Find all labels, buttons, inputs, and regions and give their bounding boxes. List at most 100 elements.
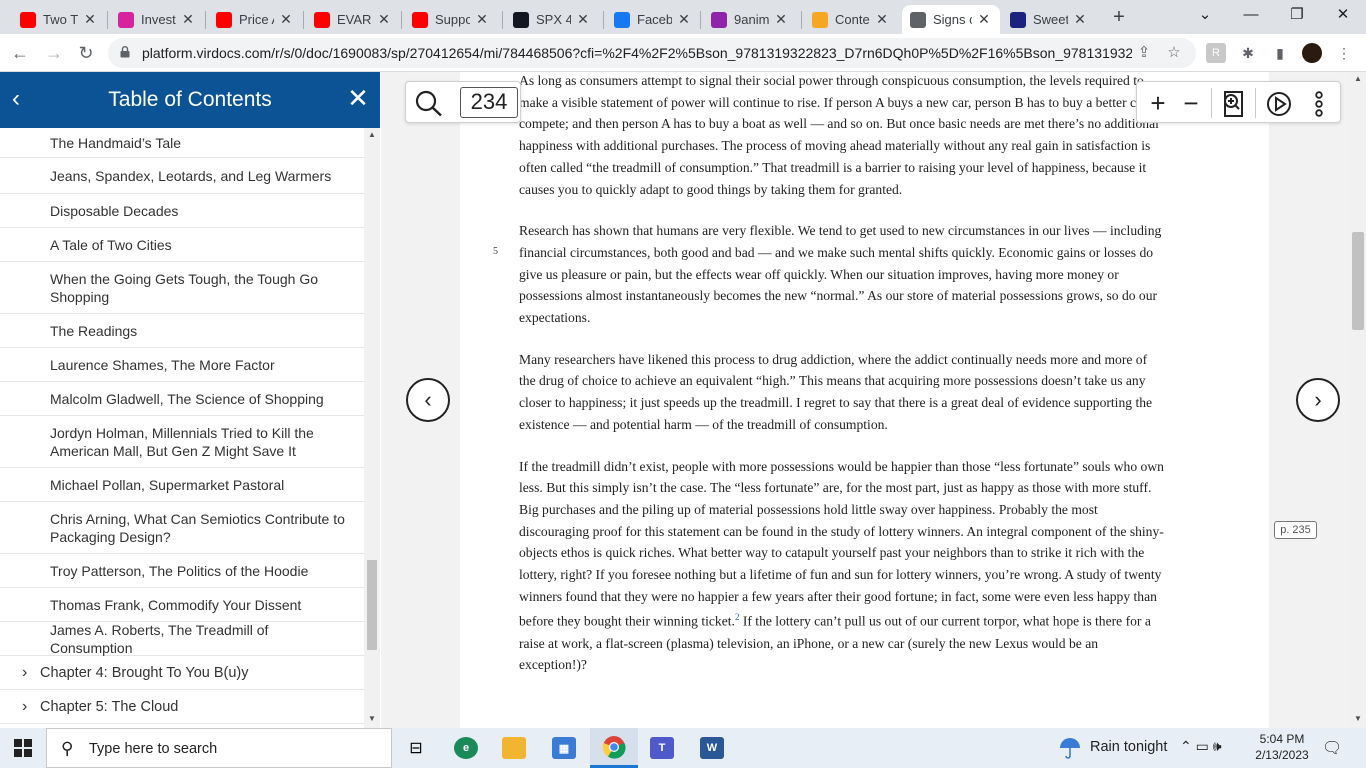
browser-tab[interactable]: Suppo ✕	[404, 5, 498, 34]
store-icon[interactable]: ▦	[540, 728, 588, 768]
instagram-icon	[118, 11, 134, 28]
toc-item[interactable]: James A. Roberts, The Treadmill of Consu…	[0, 622, 364, 656]
browser-tab[interactable]: 9anim ✕	[703, 5, 797, 34]
url-text[interactable]: platform.virdocs.com/r/s/0/doc/1690083/s…	[142, 45, 1132, 61]
close-tab-icon[interactable]: ✕	[874, 11, 890, 28]
tab-search-button[interactable]: ⌄	[1190, 4, 1220, 26]
volume-icon[interactable]: 🕪	[1213, 738, 1222, 754]
close-tab-icon[interactable]: ✕	[976, 11, 992, 28]
close-tab-icon[interactable]: ✕	[575, 11, 591, 28]
scroll-down-arrow-icon[interactable]: ▼	[368, 714, 376, 723]
extension-r-icon[interactable]: R	[1206, 43, 1226, 63]
task-view-icon[interactable]: ⊟	[392, 728, 440, 768]
weather-text[interactable]: Rain tonight	[1090, 739, 1167, 755]
chevron-right-icon: ›	[1314, 387, 1322, 412]
menu-dots-icon[interactable]: ⋮	[1334, 43, 1354, 63]
chevron-left-icon: ‹	[424, 387, 432, 412]
toc-item[interactable]: Michael Pollan, Supermarket Pastoral	[0, 468, 364, 502]
share-icon[interactable]: ⇪	[1134, 43, 1154, 63]
scroll-down-arrow-icon[interactable]: ▼	[1354, 714, 1362, 723]
reload-icon[interactable]: ↻	[74, 41, 98, 65]
bookmark-star-icon[interactable]: ☆	[1164, 43, 1184, 63]
page-number-input[interactable]: 234	[460, 87, 518, 118]
toc-item[interactable]: Jeans, Spandex, Leotards, and Leg Warmer…	[0, 158, 364, 194]
zoom-in-icon[interactable]: +	[1142, 87, 1174, 119]
toc-item[interactable]: Thomas Frank, Commodify Your Dissent	[0, 588, 364, 622]
chrome-icon[interactable]	[590, 728, 638, 768]
notification-icon[interactable]: 🗨	[1322, 738, 1342, 758]
toc-item[interactable]: Disposable Decades	[0, 194, 364, 228]
toc-item[interactable]: Malcolm Gladwell, The Science of Shoppin…	[0, 382, 364, 416]
page-scrollbar[interactable]	[1350, 72, 1366, 728]
fit-page-icon[interactable]	[1217, 88, 1249, 120]
word-icon[interactable]: W	[688, 728, 736, 768]
close-icon[interactable]: ✕	[344, 84, 372, 112]
side-panel-icon[interactable]: ▮	[1270, 43, 1290, 63]
zoom-out-icon[interactable]: −	[1175, 87, 1207, 119]
page-scroll-thumb[interactable]	[1352, 232, 1364, 330]
close-tab-icon[interactable]: ✕	[82, 11, 98, 28]
toc-scroll-thumb[interactable]	[367, 560, 377, 650]
taskbar-search-box[interactable]: ⚲ Type here to search	[46, 728, 392, 768]
toc-item[interactable]: Chris Arning, What Can Semiotics Contrib…	[0, 502, 364, 554]
battery-icon[interactable]: ▭	[1196, 738, 1209, 754]
toc-chapter[interactable]: › Chapter 4: Brought To You B(u)y	[0, 656, 364, 690]
tab-separator	[502, 11, 503, 29]
browser-tab[interactable]: Price A ✕	[208, 5, 302, 34]
browser-tab[interactable]: Sweet ✕	[1002, 5, 1096, 34]
youtube-icon	[216, 11, 232, 28]
close-window-button[interactable]: ✕	[1328, 4, 1358, 26]
toc-item[interactable]: The Readings	[0, 314, 364, 348]
profile-avatar[interactable]	[1302, 43, 1322, 63]
browser-tab[interactable]: Signs c ✕	[902, 5, 1000, 34]
browser-tab[interactable]: EVARU ✕	[306, 5, 400, 34]
close-tab-icon[interactable]: ✕	[676, 11, 692, 28]
browser-tab[interactable]: Two Tr ✕	[12, 5, 106, 34]
address-bar[interactable]: platform.virdocs.com/r/s/0/doc/1690083/s…	[108, 38, 1196, 68]
edge-icon[interactable]: e	[442, 728, 490, 768]
previous-page-button[interactable]: ‹	[406, 378, 450, 422]
browser-tab[interactable]: Investi ✕	[110, 5, 204, 34]
windows-taskbar: ⚲ Type here to search ⊟ e ▦ T W Rain ton…	[0, 728, 1366, 768]
close-tab-icon[interactable]: ✕	[376, 11, 392, 28]
close-tab-icon[interactable]: ✕	[180, 11, 196, 28]
toc-item[interactable]: Laurence Shames, The More Factor	[0, 348, 364, 382]
file-explorer-icon[interactable]	[490, 728, 538, 768]
puzzle-extensions-icon[interactable]: ✱	[1238, 43, 1258, 63]
taskbar-clock[interactable]: 5:04 PM 2/13/2023	[1252, 731, 1312, 763]
more-options-icon[interactable]	[1303, 88, 1335, 120]
next-page-button[interactable]: ›	[1296, 378, 1340, 422]
restore-button[interactable]: ❐	[1282, 4, 1312, 26]
chevron-up-icon[interactable]: ⌃	[1180, 738, 1192, 754]
close-tab-icon[interactable]: ✕	[474, 11, 490, 28]
browser-tab[interactable]: Conter ✕	[804, 5, 898, 34]
search-icon[interactable]	[414, 89, 444, 117]
toc-chapter[interactable]: › Chapter 5: The Cloud	[0, 690, 364, 724]
close-tab-icon[interactable]: ✕	[278, 11, 294, 28]
notes-icon	[812, 11, 828, 28]
toc-item[interactable]: The Handmaid’s Tale	[0, 128, 364, 158]
scroll-up-arrow-icon[interactable]: ▲	[368, 130, 376, 139]
toc-item[interactable]: A Tale of Two Cities	[0, 228, 364, 262]
toc-item[interactable]: When the Going Gets Tough, the Tough Go …	[0, 262, 364, 314]
chevron-left-icon[interactable]: ‹	[12, 86, 36, 112]
browser-tab[interactable]: SPX 41 ✕	[505, 5, 599, 34]
system-tray[interactable]: ⌃ ▭ 🕪	[1180, 738, 1222, 755]
toc-title: Table of Contents	[108, 88, 272, 111]
close-tab-icon[interactable]: ✕	[773, 11, 789, 28]
start-button[interactable]	[0, 728, 46, 768]
toc-item[interactable]: Jordyn Holman, Millennials Tried to Kill…	[0, 416, 364, 468]
scroll-up-arrow-icon[interactable]: ▲	[1354, 74, 1362, 83]
audio-play-icon[interactable]	[1263, 88, 1295, 120]
forward-icon[interactable]: →	[42, 41, 66, 65]
chrome-logo-icon	[602, 735, 626, 759]
browser-tab[interactable]: Facebo ✕	[606, 5, 700, 34]
toc-item[interactable]: Troy Patterson, The Politics of the Hood…	[0, 554, 364, 588]
back-icon[interactable]: ←	[8, 41, 32, 65]
minimize-button[interactable]: —	[1236, 4, 1266, 26]
tab-separator	[303, 11, 304, 29]
close-tab-icon[interactable]: ✕	[1072, 11, 1088, 28]
tab-title: Signs c	[933, 12, 972, 27]
teams-icon[interactable]: T	[638, 728, 686, 768]
new-tab-button[interactable]: +	[1108, 6, 1130, 28]
